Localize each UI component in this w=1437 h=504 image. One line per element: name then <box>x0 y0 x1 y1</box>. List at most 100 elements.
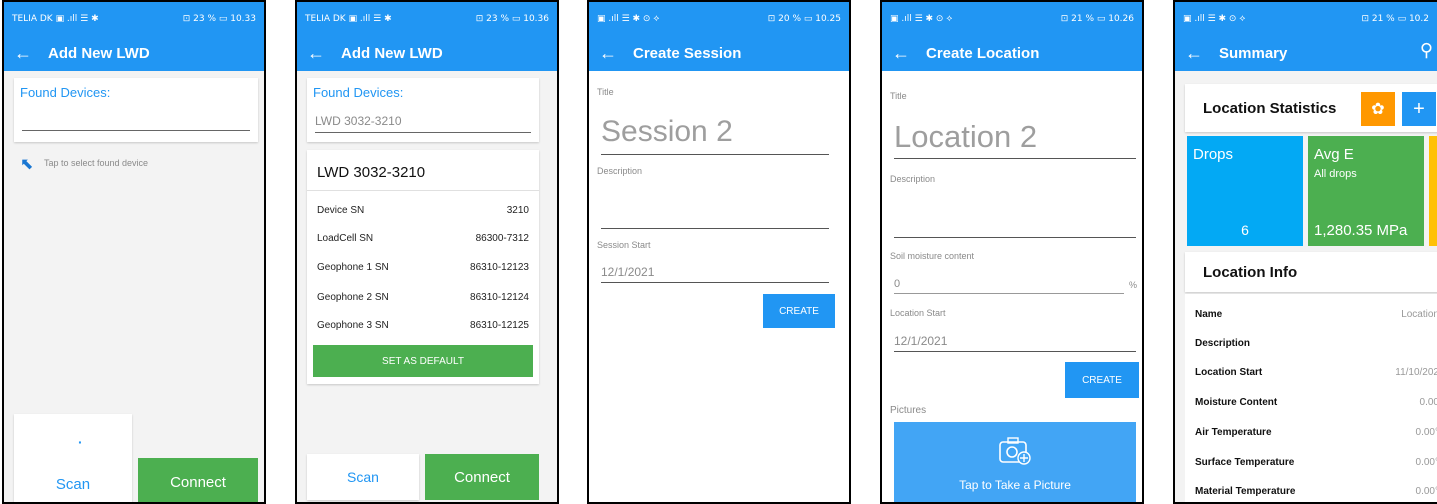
detail-row: Device SN 3210 <box>317 205 529 216</box>
back-arrow-icon[interactable]: ← <box>599 43 627 64</box>
detail-label: Geophone 2 SN <box>317 292 389 303</box>
found-devices-card: Found Devices: LWD 3032-3210 <box>307 78 539 142</box>
found-devices-label: Found Devices: <box>313 85 404 100</box>
drops-tile: Drops 6 <box>1187 136 1303 246</box>
back-arrow-icon[interactable]: ← <box>307 43 335 64</box>
status-bar: ▣ .ıll ☰ ✱ ⊙ ⟡ ⊡ 20 % ▭ 10.25 <box>589 2 849 36</box>
info-row: Surface Temperature 0.00° <box>1195 457 1437 468</box>
divider <box>307 190 539 191</box>
set-default-label: SET AS DEFAULT <box>382 355 464 367</box>
set-default-button[interactable]: SET AS DEFAULT <box>313 345 533 377</box>
status-left: ▣ .ıll ☰ ✱ ⊙ ⟡ <box>597 14 660 24</box>
status-left: TELIA DK ▣ .ıll ☰ ✱ <box>12 14 99 24</box>
connect-label: Connect <box>454 468 510 486</box>
page-title: Summary <box>1219 44 1288 62</box>
create-label: CREATE <box>779 305 819 317</box>
scan-button[interactable]: · Scan <box>14 414 132 502</box>
status-right: ⊡ 23 % ▭ 10.33 <box>182 14 256 24</box>
description-input[interactable] <box>894 237 1136 238</box>
page-title: Create Session <box>633 44 742 62</box>
title-input[interactable]: Location 2 <box>894 119 1136 159</box>
detail-value: 86300-7312 <box>475 233 529 244</box>
title-field-label: Title <box>890 91 907 101</box>
info-value: 0.00° <box>1415 427 1437 438</box>
location-start-input[interactable]: 12/1/2021 <box>894 334 1136 352</box>
description-input[interactable] <box>601 228 829 229</box>
found-devices-label: Found Devices: <box>20 85 111 100</box>
back-arrow-icon[interactable]: ← <box>1185 43 1213 64</box>
scan-button[interactable]: Scan <box>307 454 419 500</box>
app-bar: ← Create Location <box>882 35 1142 71</box>
device-details-card: LWD 3032-3210 Device SN 3210 LoadCell SN… <box>307 150 539 384</box>
avg-e-value: 1,280.35 MPa <box>1314 222 1408 239</box>
status-bar: TELIA DK ▣ .ıll ☰ ✱ ⊡ 23 % ▭ 10.36 <box>297 2 557 36</box>
moisture-label: Soil moisture content <box>890 251 975 261</box>
drops-label: Drops <box>1193 146 1234 163</box>
status-right: ⊡ 20 % ▭ 10.25 <box>767 14 841 24</box>
percent-unit: % <box>1128 280 1137 290</box>
detail-label: Geophone 1 SN <box>317 262 389 273</box>
stats-title: Location Statistics <box>1203 100 1337 117</box>
status-bar: TELIA DK ▣ .ıll ☰ ✱ ⊡ 23 % ▭ 10.33 <box>4 2 264 36</box>
location-info-list: Name Location Description Location Start 1… <box>1185 294 1437 502</box>
session-start-input[interactable]: 12/1/2021 <box>601 265 829 283</box>
info-label: Air Temperature <box>1195 427 1272 438</box>
found-device-select[interactable]: LWD 3032-3210 <box>315 114 531 133</box>
palette-icon[interactable]: ✿ <box>1361 92 1395 126</box>
info-label: Moisture Content <box>1195 397 1278 408</box>
found-devices-select[interactable] <box>22 130 250 131</box>
status-left: ▣ .ıll ☰ ✱ ⊙ ⟡ <box>1183 14 1246 24</box>
app-bar: ← Add New LWD <box>4 35 264 71</box>
progress-dot: · <box>78 434 83 450</box>
info-label: Location Start <box>1195 367 1263 378</box>
info-label: Material Temperature <box>1195 486 1296 497</box>
page-title: Add New LWD <box>48 44 150 62</box>
create-label: CREATE <box>1082 374 1122 386</box>
arrow-up-icon: ⬉ <box>20 156 34 173</box>
screen-summary: ▣ .ıll ☰ ✱ ⊙ ⟡ ⊡ 21 % ▭ 10.2 ← Summary ⚲… <box>1173 0 1437 504</box>
connect-label: Connect <box>170 473 226 491</box>
scan-label: Scan <box>347 469 379 485</box>
take-picture-button[interactable]: Tap to Take a Picture <box>894 422 1136 502</box>
status-left: ▣ .ıll ☰ ✱ ⊙ ⟡ <box>890 14 953 24</box>
found-devices-card: Found Devices: <box>14 78 258 142</box>
info-row: Air Temperature 0.00° <box>1195 427 1437 438</box>
info-title: Location Info <box>1203 264 1298 281</box>
detail-row: Geophone 2 SN 86310-12124 <box>317 292 529 303</box>
create-button[interactable]: CREATE <box>763 294 835 328</box>
next-tile-edge <box>1429 136 1437 246</box>
device-name: LWD 3032-3210 <box>317 164 426 181</box>
info-row: Name Location <box>1195 309 1437 320</box>
back-arrow-icon[interactable]: ← <box>892 43 920 64</box>
info-value: 0.00° <box>1415 486 1437 497</box>
detail-row: LoadCell SN 86300-7312 <box>317 233 529 244</box>
connect-button[interactable]: Connect <box>425 454 539 500</box>
detail-label: LoadCell SN <box>317 233 374 244</box>
info-value: 0.00 <box>1419 397 1437 408</box>
screen-create-location: ▣ .ıll ☰ ✱ ⊙ ⟡ ⊡ 21 % ▭ 10.26 ← Create L… <box>880 0 1144 504</box>
page-title: Add New LWD <box>341 44 443 62</box>
add-icon[interactable]: + <box>1402 92 1436 126</box>
person-pin-icon[interactable]: ⚲ <box>1420 40 1433 61</box>
moisture-input[interactable]: 0 <box>894 278 1124 294</box>
description-field-label: Description <box>890 174 936 184</box>
info-row: Material Temperature 0.00° <box>1195 486 1437 497</box>
screen-add-lwd-found: TELIA DK ▣ .ıll ☰ ✱ ⊡ 23 % ▭ 10.36 ← Add… <box>295 0 559 504</box>
description-field-label: Description <box>597 166 643 176</box>
app-bar: ← Summary ⚲ <box>1175 35 1437 71</box>
detail-value: 86310-12124 <box>470 292 529 303</box>
detail-value: 3210 <box>506 205 529 216</box>
back-arrow-icon[interactable]: ← <box>14 43 42 64</box>
connect-button[interactable]: Connect <box>138 458 258 502</box>
detail-value: 86310-12123 <box>470 262 529 273</box>
detail-label: Device SN <box>317 205 365 216</box>
status-bar: ▣ .ıll ☰ ✱ ⊙ ⟡ ⊡ 21 % ▭ 10.2 <box>1175 2 1437 36</box>
info-row: Location Start 11/10/202 <box>1195 367 1437 378</box>
page-title: Create Location <box>926 44 1040 62</box>
create-button[interactable]: CREATE <box>1065 362 1139 398</box>
detail-row: Geophone 1 SN 86310-12123 <box>317 262 529 273</box>
title-input[interactable]: Session 2 <box>601 115 829 155</box>
location-start-label: Location Start <box>890 308 946 318</box>
location-statistics-header: Location Statistics <box>1185 84 1437 132</box>
info-label: Surface Temperature <box>1195 457 1295 468</box>
